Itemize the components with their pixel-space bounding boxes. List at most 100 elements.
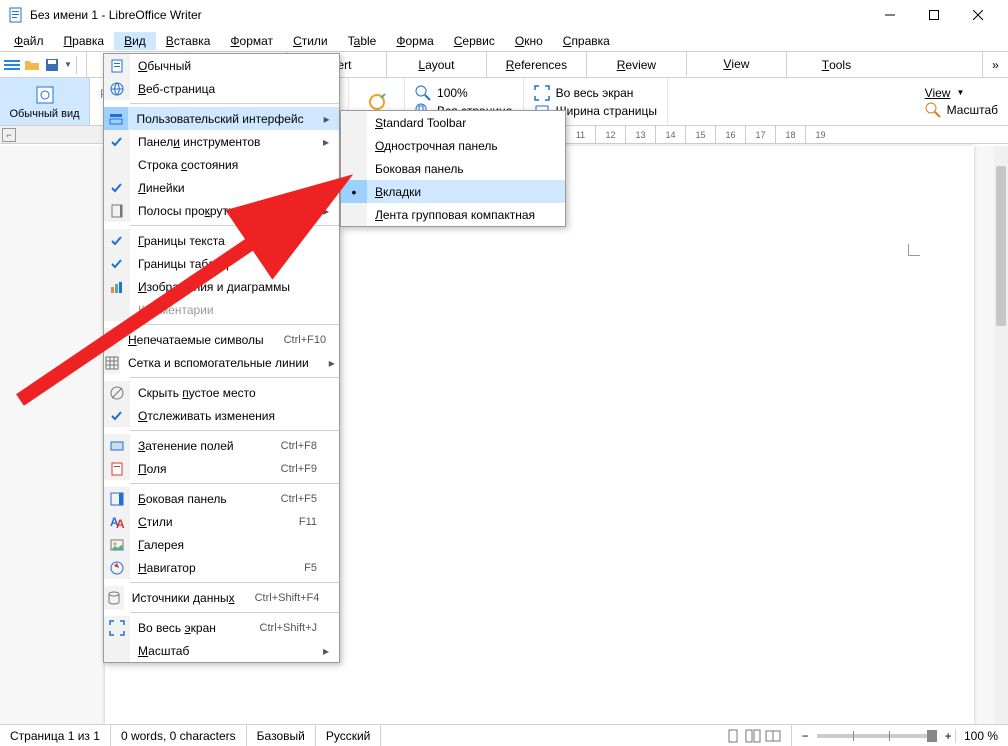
- ruler-corner[interactable]: ⌐: [2, 128, 16, 142]
- tab-review[interactable]: Review: [586, 52, 686, 77]
- menu-item-форма[interactable]: Форма: [386, 32, 443, 50]
- tab-references[interactable]: References: [486, 52, 586, 77]
- bullet-icon: [341, 157, 367, 180]
- submenu-item-label: Лента групповая компактная: [375, 208, 559, 222]
- menu-item-table[interactable]: Table: [338, 32, 387, 50]
- menu-item[interactable]: ¶Непечатаемые символыCtrl+F10: [104, 328, 339, 351]
- submenu-item[interactable]: Лента групповая компактная: [341, 203, 565, 226]
- menu-item[interactable]: Затенение полейCtrl+F8: [104, 434, 339, 457]
- menu-item-стили[interactable]: Стили: [283, 32, 338, 50]
- menu-item-label: Панели инструментов: [138, 135, 323, 149]
- scrollbar-thumb[interactable]: [996, 166, 1006, 326]
- hamburger-icon[interactable]: [4, 57, 20, 73]
- menu-item-формат[interactable]: Формат: [220, 32, 283, 50]
- zoom-control[interactable]: − + 100 %: [792, 725, 1008, 746]
- single-page-icon[interactable]: [725, 728, 741, 744]
- submenu-item[interactable]: •Вкладки: [341, 180, 565, 203]
- title-bar: Без имени 1 - LibreOffice Writer: [0, 0, 1008, 30]
- menu-item-справка[interactable]: Справка: [553, 32, 620, 50]
- ruler-tick: 11: [565, 126, 595, 143]
- tab-layout[interactable]: Layout: [386, 52, 486, 77]
- submenu-arrow-icon: ▸: [323, 204, 333, 218]
- menu-item[interactable]: AAСтилиF11: [104, 510, 339, 533]
- save-icon[interactable]: [44, 57, 60, 73]
- ruler-tick: 18: [775, 126, 805, 143]
- menu-item-файл[interactable]: Файл: [4, 32, 54, 50]
- menu-item-label: Навигатор: [138, 561, 304, 575]
- menu-item[interactable]: Линейки▸: [104, 176, 339, 199]
- chart-icon: [104, 275, 130, 298]
- menu-item-сервис[interactable]: Сервис: [444, 32, 505, 50]
- nav-icon: [104, 556, 130, 579]
- fullscreen-button[interactable]: Во весь экран: [534, 85, 657, 101]
- menu-item-label: Обычный: [138, 59, 323, 73]
- view-menu: Обычный Веб-страница Пользовательский инте…: [103, 53, 340, 663]
- zoom-100-button[interactable]: 100%: [415, 85, 513, 101]
- status-view-icons[interactable]: [715, 725, 792, 746]
- submenu-item[interactable]: Standard Toolbar: [341, 111, 565, 134]
- status-word-count[interactable]: 0 words, 0 characters: [111, 725, 247, 746]
- ribbon-label: Ширина страницы: [556, 104, 657, 118]
- zoom-percent[interactable]: 100 %: [955, 729, 998, 743]
- menu-item-вставка[interactable]: Вставка: [156, 32, 221, 50]
- zoom-slider[interactable]: [817, 734, 937, 738]
- menu-item[interactable]: Границы текста: [104, 229, 339, 252]
- close-button[interactable]: [956, 1, 1000, 29]
- menu-item[interactable]: Изображения и диаграммы: [104, 275, 339, 298]
- status-style[interactable]: Базовый: [247, 725, 316, 746]
- menu-accelerator: F11: [299, 516, 323, 528]
- tab-tools[interactable]: Tools: [786, 52, 886, 77]
- menu-item[interactable]: Строка состояния: [104, 153, 339, 176]
- vertical-scrollbar[interactable]: [994, 146, 1008, 724]
- menu-item-label: Во весь экран: [138, 621, 260, 635]
- menu-item[interactable]: Боковая панельCtrl+F5: [104, 487, 339, 510]
- normal-view-button[interactable]: Обычный вид: [0, 78, 90, 125]
- menu-item[interactable]: Во весь экранCtrl+Shift+J: [104, 616, 339, 639]
- menu-item[interactable]: Источники данныхCtrl+Shift+F4: [104, 586, 339, 609]
- menu-item-правка[interactable]: Правка: [54, 32, 115, 50]
- save-dropdown-icon[interactable]: ▼: [64, 60, 72, 69]
- menu-item[interactable]: Скрыть пустое место: [104, 381, 339, 404]
- zoom-out-icon[interactable]: −: [802, 729, 809, 743]
- menu-item[interactable]: Границы таблиц: [104, 252, 339, 275]
- side-icon: [104, 487, 130, 510]
- menu-item[interactable]: Сетка и вспомогательные линии▸: [104, 351, 339, 374]
- ribbon-label: 100%: [437, 86, 468, 100]
- menu-item[interactable]: Пользовательский интерфейс▸: [104, 107, 339, 130]
- zoom-menu-button[interactable]: Масштаб: [925, 102, 998, 118]
- menu-item[interactable]: Панели инструментов▸: [104, 130, 339, 153]
- full-icon: [104, 616, 130, 639]
- status-language[interactable]: Русский: [316, 725, 382, 746]
- open-icon[interactable]: [24, 57, 40, 73]
- menu-item[interactable]: Галерея: [104, 533, 339, 556]
- maximize-button[interactable]: [912, 1, 956, 29]
- menu-item[interactable]: ПоляCtrl+F9: [104, 457, 339, 480]
- tab-view[interactable]: View: [686, 52, 786, 77]
- hide-icon: [104, 381, 130, 404]
- brush-icon[interactable]: [367, 92, 387, 112]
- menu-item[interactable]: Масштаб▸: [104, 639, 339, 662]
- menu-item-label: Границы текста: [138, 234, 323, 248]
- zoom-slider-thumb[interactable]: [927, 730, 937, 742]
- submenu-item-label: Боковая панель: [375, 162, 559, 176]
- menu-item[interactable]: Обычный: [104, 54, 339, 77]
- check-icon: [104, 404, 130, 427]
- menu-item-вид[interactable]: Вид: [114, 32, 156, 50]
- submenu-arrow-icon: ▸: [324, 112, 333, 126]
- view-menu-button[interactable]: View ▼: [925, 86, 998, 100]
- zoom-in-icon[interactable]: +: [945, 729, 952, 743]
- submenu-item[interactable]: Боковая панель: [341, 157, 565, 180]
- menu-item-label: Пользовательский интерфейс: [136, 112, 323, 126]
- book-view-icon[interactable]: [765, 728, 781, 744]
- status-page[interactable]: Страница 1 из 1: [0, 725, 111, 746]
- menu-item-окно[interactable]: Окно: [505, 32, 553, 50]
- menu-item[interactable]: НавигаторF5: [104, 556, 339, 579]
- minimize-button[interactable]: [868, 1, 912, 29]
- tab-extend-button[interactable]: »: [982, 52, 1008, 77]
- submenu-item[interactable]: Однострочная панель: [341, 134, 565, 157]
- menu-item[interactable]: Полосы прокрутки▸: [104, 199, 339, 222]
- menu-item[interactable]: Веб-страница: [104, 77, 339, 100]
- bullet-icon: [341, 111, 367, 134]
- menu-item[interactable]: Отслеживать изменения: [104, 404, 339, 427]
- multi-page-icon[interactable]: [745, 728, 761, 744]
